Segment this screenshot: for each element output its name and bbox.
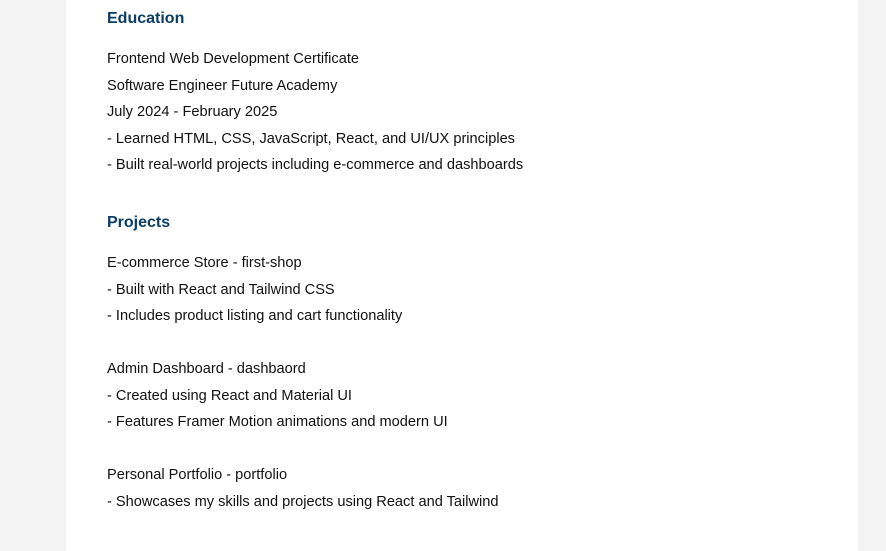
projects-heading: Projects bbox=[107, 214, 171, 231]
education-detail: - Learned HTML, CSS, JavaScript, React, … bbox=[107, 130, 515, 147]
project-title: Personal Portfolio - portfolio bbox=[107, 467, 288, 483]
project-bullet: - Showcases my skills and projects using… bbox=[107, 493, 499, 510]
project-bullet: - Created using React and Material UI bbox=[107, 387, 352, 404]
project-bullet: - Features Framer Motion animations and … bbox=[107, 414, 448, 430]
education-detail: - Built real-world projects including e-… bbox=[107, 157, 524, 173]
resume-page: Education Frontend Web Development Certi… bbox=[66, 0, 858, 551]
education-institution: Software Engineer Future Academy bbox=[107, 77, 338, 94]
education-heading: Education bbox=[107, 10, 185, 27]
projects-section: Projects E-commerce Store - first-shop -… bbox=[107, 213, 827, 515]
project-item: Admin Dashboard - dashbaord - Created us… bbox=[107, 356, 827, 436]
project-title: E-commerce Store - first-shop bbox=[107, 255, 302, 271]
education-dates: July 2024 - February 2025 bbox=[107, 104, 278, 120]
education-certificate: Frontend Web Development Certificate bbox=[107, 51, 359, 67]
project-bullet: - Built with React and Tailwind CSS bbox=[107, 281, 335, 298]
project-bullet: - Includes product listing and cart func… bbox=[107, 308, 403, 324]
project-item: Personal Portfolio - portfolio - Showcas… bbox=[107, 462, 827, 515]
project-title: Admin Dashboard - dashbaord bbox=[107, 361, 306, 377]
project-item: E-commerce Store - first-shop - Built wi… bbox=[107, 250, 827, 330]
education-section: Education Frontend Web Development Certi… bbox=[107, 9, 827, 179]
